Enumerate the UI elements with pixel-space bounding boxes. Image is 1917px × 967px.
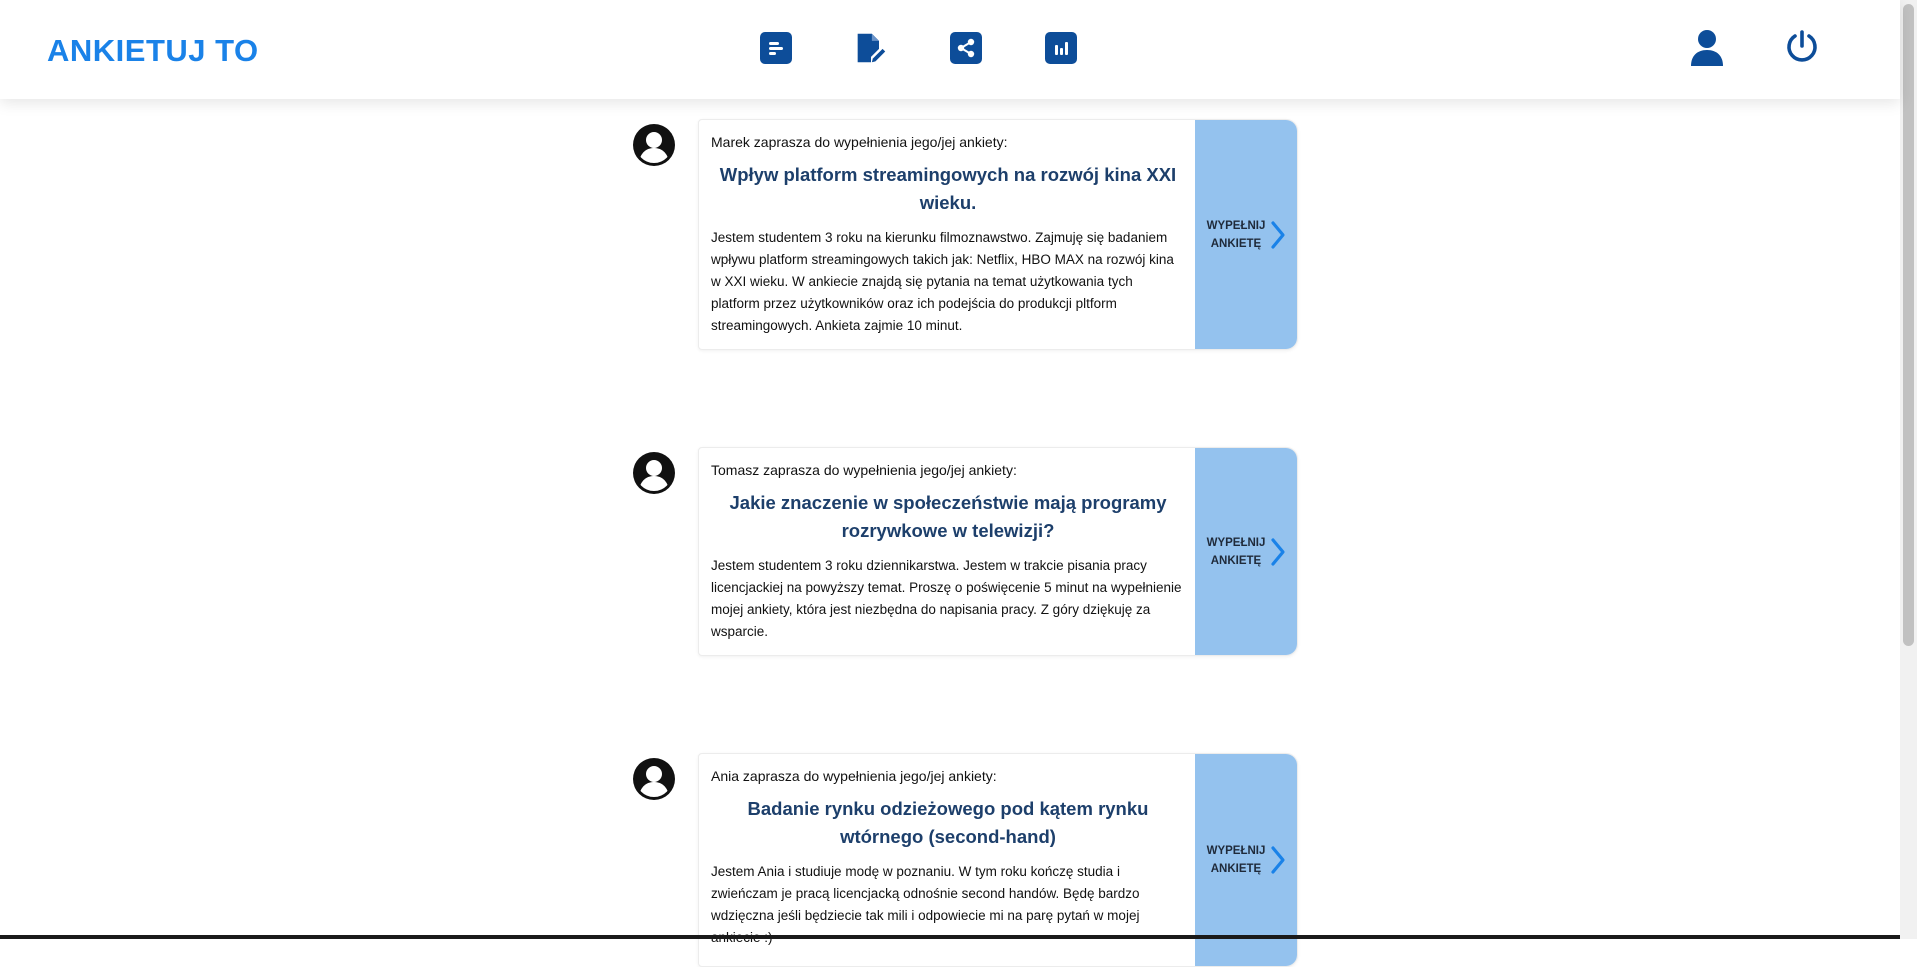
fill-survey-button[interactable]: WYPEŁNIJ ANKIETĘ bbox=[1195, 448, 1297, 655]
bar-chart-icon bbox=[1055, 42, 1068, 55]
survey-invitation: Ania zaprasza do wypełnienia jego/jej an… bbox=[711, 768, 997, 784]
survey-description: Jestem studentem 3 roku dziennikarstwa. … bbox=[711, 558, 1182, 639]
brand-logo[interactable]: ANKIETUJ TO bbox=[47, 33, 259, 69]
edit-document-icon bbox=[857, 33, 886, 63]
fill-survey-label: WYPEŁNIJ ANKIETĘ bbox=[1206, 536, 1266, 567]
chevron-right-icon bbox=[1271, 846, 1285, 874]
survey-description: Jestem studentem 3 roku na kierunku film… bbox=[711, 230, 1174, 333]
nav-share-button[interactable] bbox=[950, 32, 982, 64]
nav-surveys-button[interactable] bbox=[760, 32, 792, 64]
nav-create-survey-button[interactable] bbox=[855, 32, 887, 64]
author-avatar bbox=[632, 757, 676, 801]
survey-card: Tomasz zaprasza do wypełnienia jego/jej … bbox=[698, 447, 1298, 656]
top-header: ANKIETUJ TO bbox=[0, 0, 1900, 99]
chevron-right-icon bbox=[1271, 537, 1285, 566]
profile-button[interactable] bbox=[1690, 29, 1724, 72]
scrollbar-thumb[interactable] bbox=[1903, 4, 1914, 646]
author-avatar bbox=[632, 451, 676, 495]
poll-list-icon bbox=[769, 42, 783, 55]
fill-survey-button[interactable]: WYPEŁNIJ ANKIETĘ bbox=[1195, 120, 1297, 349]
survey-card: Marek zaprasza do wypełnienia jego/jej a… bbox=[698, 119, 1298, 350]
user-circle-icon bbox=[633, 124, 675, 166]
user-circle-icon bbox=[633, 452, 675, 494]
survey-card-body: Tomasz zaprasza do wypełnienia jego/jej … bbox=[699, 448, 1197, 655]
user-profile-icon bbox=[1691, 30, 1723, 66]
fill-survey-label: WYPEŁNIJ ANKIETĘ bbox=[1206, 845, 1266, 875]
power-logout-icon bbox=[1787, 30, 1817, 62]
share-icon bbox=[957, 38, 975, 58]
survey-title: Jakie znaczenie w społeczeństwie mają pr… bbox=[729, 492, 1167, 541]
survey-invitation: Marek zaprasza do wypełnienia jego/jej a… bbox=[711, 134, 1008, 150]
user-circle-icon bbox=[633, 758, 675, 800]
chevron-right-icon bbox=[1271, 220, 1285, 249]
fill-survey-label: WYPEŁNIJ ANKIETĘ bbox=[1206, 219, 1266, 250]
survey-title: Badanie rynku odzieżowego pod kątem rynk… bbox=[747, 798, 1149, 847]
logout-button[interactable] bbox=[1784, 29, 1820, 70]
survey-title: Wpływ platform streamingowych na rozwój … bbox=[719, 164, 1177, 213]
author-avatar bbox=[632, 123, 676, 167]
survey-card-body: Marek zaprasza do wypełnienia jego/jej a… bbox=[699, 120, 1197, 349]
bottom-border bbox=[0, 935, 1900, 939]
survey-invitation: Tomasz zaprasza do wypełnienia jego/jej … bbox=[711, 462, 1017, 478]
vertical-scrollbar[interactable] bbox=[1900, 0, 1917, 939]
nav-statistics-button[interactable] bbox=[1045, 32, 1077, 64]
